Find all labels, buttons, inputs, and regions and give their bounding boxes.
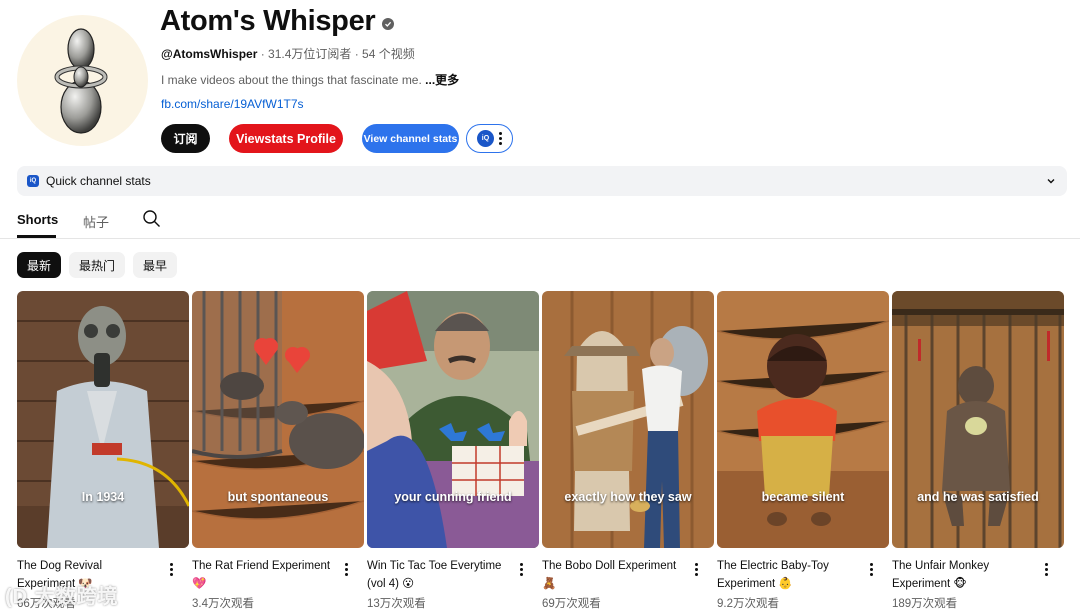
short-title[interactable]: The Bobo Doll Experiment 🧸 [542,557,690,593]
short-card[interactable]: but spontaneous The Rat Friend Experimen… [192,291,364,612]
sort-chips: 最新 最热门 最早 [17,252,178,278]
channel-meta: @AtomsWhisper · 31.4万位订阅者 · 54 个视频 [161,45,415,62]
short-card[interactable]: and he was satisfied The Unfair Monkey Ex… [892,291,1064,612]
short-title[interactable]: The Rat Friend Experiment 💖 [192,557,340,593]
short-card[interactable]: exactly how they saw The Bobo Doll Exper… [542,291,714,612]
channel-description[interactable]: I make videos about the things that fasc… [161,71,459,88]
more-vert-icon[interactable] [345,563,348,576]
viewstats-profile-button[interactable]: Viewstats Profile [229,124,343,153]
subscribe-button[interactable]: 订阅 [161,124,210,153]
short-card[interactable]: became silent The Electric Baby-Toy Exper… [717,291,889,612]
view-count: 189万次观看 [892,598,958,610]
short-thumbnail[interactable]: and he was satisfied [892,291,1064,548]
short-card[interactable]: your cunning friend Win Tic Tac Toe Ever… [367,291,539,612]
short-caption: your cunning friend [394,490,512,504]
verified-check-icon [382,17,395,30]
more-vert-icon[interactable] [1045,563,1048,576]
tab-shorts[interactable]: Shorts [17,212,58,227]
more-vert-icon [499,132,502,145]
short-caption: but spontaneous [227,490,329,504]
short-card[interactable]: In 1934 The Dog Revival Experiment 🐶 66万次… [17,291,189,612]
quick-stats-label: Quick channel stats [46,174,151,188]
chevron-down-icon [1047,179,1055,184]
view-count: 9.2万次观看 [717,598,779,610]
more-vert-icon[interactable] [695,563,698,576]
channel-avatar[interactable] [17,15,148,146]
active-tab-indicator [17,235,56,238]
channel-header: Atom's Whisper @AtomsWhisper · 31.4万位订阅者… [0,0,1080,160]
short-thumbnail[interactable]: your cunning friend [367,291,539,548]
short-caption: exactly how they saw [564,490,692,504]
view-count: 69万次观看 [542,598,601,610]
iq-menu-button[interactable]: iQ [466,124,513,153]
tab-posts[interactable]: 帖子 [83,212,109,231]
watermark-logo: (D 大数跨境 [5,586,119,608]
quick-channel-stats-bar[interactable]: iQ Quick channel stats [17,166,1067,196]
search-icon[interactable] [142,209,161,228]
short-title[interactable]: The Unfair Monkey Experiment 🐵 [892,557,1040,593]
view-count: 3.4万次观看 [192,598,254,610]
description-text: I make videos about the things that fasc… [161,73,422,87]
iq-logo-icon: iQ [477,130,494,147]
view-channel-stats-button[interactable]: View channel stats [362,124,459,153]
short-caption: became silent [761,490,845,504]
more-vert-icon[interactable] [520,563,523,576]
more-vert-icon[interactable] [870,563,873,576]
short-title[interactable]: Win Tic Tac Toe Everytime (vol 4) 😮 [367,557,515,593]
channel-name: Atom's Whisper [160,5,376,37]
chip-oldest[interactable]: 最早 [133,252,178,278]
shorts-grid: In 1934 The Dog Revival Experiment 🐶 66万次… [17,291,1067,612]
short-thumbnail[interactable]: became silent [717,291,889,548]
short-caption: In 1934 [81,490,125,504]
short-thumbnail[interactable]: but spontaneous [192,291,364,548]
view-count: 13万次观看 [367,598,426,610]
short-thumbnail[interactable]: exactly how they saw [542,291,714,548]
more-vert-icon[interactable] [170,563,173,576]
short-title[interactable]: The Electric Baby-Toy Experiment 👶 [717,557,865,593]
channel-handle: @AtomsWhisper [161,47,258,61]
channel-link[interactable]: fb.com/share/19AVfW1T7s [161,97,304,111]
chip-popular[interactable]: 最热门 [69,252,126,278]
chip-latest[interactable]: 最新 [17,252,62,278]
channel-tabs: Shorts 帖子 [0,200,1080,239]
channel-stats: · 31.4万位订阅者 · 54 个视频 [257,47,415,61]
short-caption: and he was satisfied [917,490,1039,504]
iq-logo-icon: iQ [27,175,39,187]
short-thumbnail[interactable]: In 1934 [17,291,189,548]
more-link[interactable]: ...更多 [422,73,459,87]
